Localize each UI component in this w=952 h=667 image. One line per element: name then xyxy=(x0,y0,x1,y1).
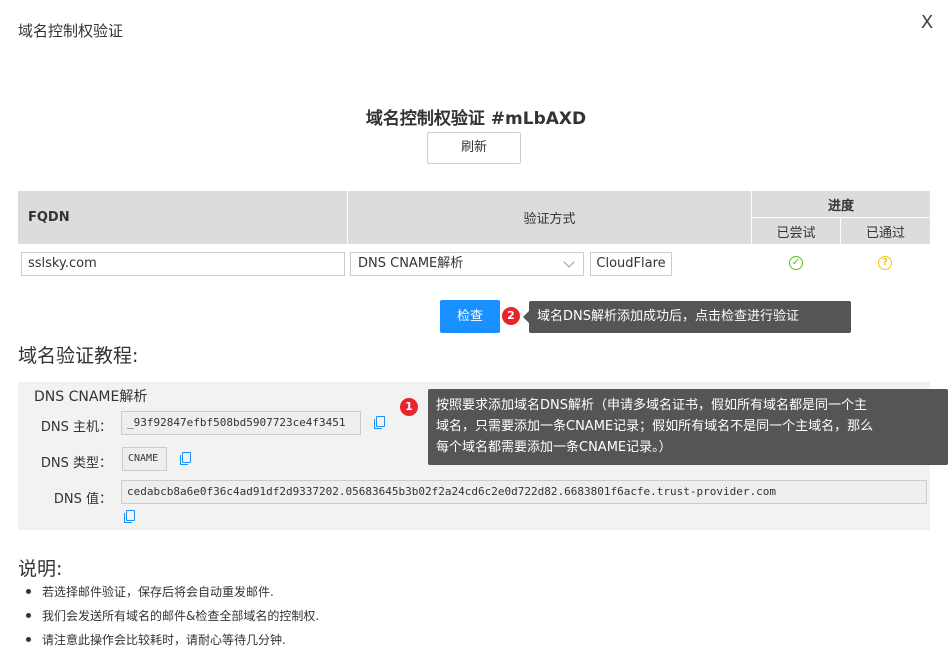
domain-field[interactable]: sslsky.com xyxy=(21,252,345,276)
header-passed: 已通过 xyxy=(841,218,930,244)
check-button[interactable]: 检查 xyxy=(440,300,500,333)
page-title: 域名控制权验证 #mLbAXD xyxy=(365,109,587,129)
dns-value-label: DNS 值： xyxy=(53,492,112,507)
tooltip-line: 按照要求添加域名DNS解析（申请多域名证书，假如所有域名都是同一个主 xyxy=(436,398,867,413)
check-tooltip: 域名DNS解析添加成功后，点击检查进行验证 xyxy=(523,301,851,333)
dialog-title: 域名控制权验证 xyxy=(18,22,124,40)
refresh-button[interactable]: 刷新 xyxy=(427,132,521,164)
list-item: 请注意此操作会比较耗时，请耐心等待几分钟. xyxy=(26,630,319,654)
tutorial-heading: DNS CNAME解析 xyxy=(34,389,148,405)
check-circle-icon: ✓ xyxy=(789,256,803,270)
header-tried: 已尝试 xyxy=(752,218,840,244)
step-badge-2: 2 xyxy=(502,307,520,325)
chevron-down-icon xyxy=(563,256,575,268)
list-item: 我们会发送所有域名的邮件&检查全部域名的控制权. xyxy=(26,606,319,630)
tutorial-tooltip: 按照要求添加域名DNS解析（申请多域名证书，假如所有域名都是同一个主 域名，只需… xyxy=(428,389,948,465)
header-method: 验证方式 xyxy=(348,191,751,244)
header-progress: 进度 xyxy=(752,191,930,217)
header-fqdn: FQDN xyxy=(18,191,347,244)
close-button[interactable]: X xyxy=(917,13,937,33)
dns-value-value[interactable]: cedabcb8a6e0f36c4ad91df2d9337202.0568364… xyxy=(121,480,927,504)
question-circle-icon: ? xyxy=(878,256,892,270)
provider-button[interactable]: CloudFlare xyxy=(590,252,672,276)
method-select[interactable]: DNS CNAME解析 xyxy=(350,252,584,276)
tooltip-line: 每个域名都需要添加一条CNAME记录。） xyxy=(436,440,672,455)
dns-host-value[interactable]: _93f92847efbf508bd5907723ce4f3451 xyxy=(121,411,361,435)
copy-icon[interactable] xyxy=(374,416,385,429)
tutorial-title: 域名验证教程: xyxy=(18,345,139,367)
dns-type-value[interactable]: CNAME xyxy=(122,447,167,471)
method-select-value: DNS CNAME解析 xyxy=(358,256,464,271)
tooltip-line: 域名，只需要添加一条CNAME记录；假如所有域名不是同一个主域名，那么 xyxy=(436,419,874,434)
copy-icon[interactable] xyxy=(180,452,191,465)
notes-title: 说明: xyxy=(18,558,63,580)
step-badge-1: 1 xyxy=(400,398,418,416)
dns-type-label: DNS 类型： xyxy=(40,456,112,471)
copy-icon[interactable] xyxy=(124,510,135,523)
list-item: 若选择邮件验证，保存后将会自动重发邮件. xyxy=(26,582,319,606)
notes-list: 若选择邮件验证，保存后将会自动重发邮件. 我们会发送所有域名的邮件&检查全部域名… xyxy=(26,582,319,654)
close-icon: X xyxy=(920,12,934,33)
dns-host-label: DNS 主机： xyxy=(40,420,112,435)
